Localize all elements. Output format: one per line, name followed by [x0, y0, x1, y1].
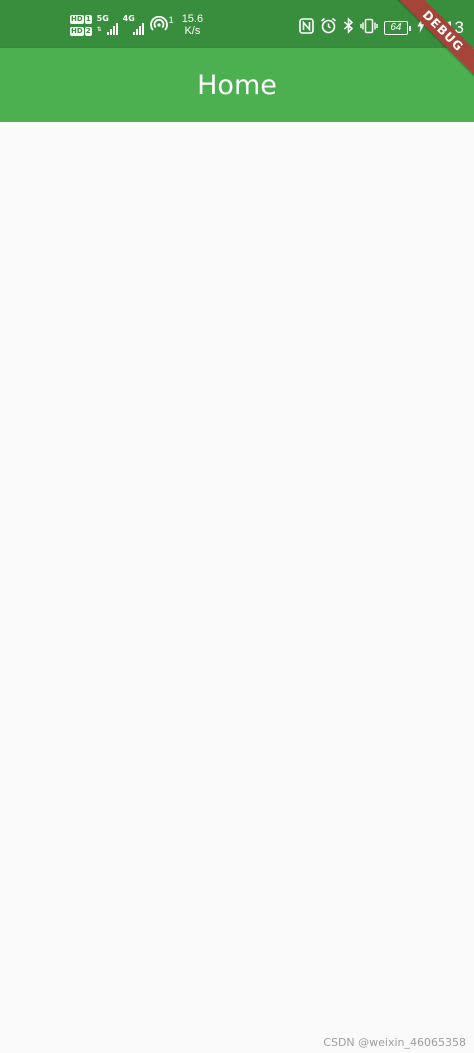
sim-indicators: HD 1 HD 2	[70, 14, 92, 36]
data-activity-icon: ⇅	[96, 27, 102, 33]
battery-icon: 64	[383, 21, 411, 35]
page-title: Home	[197, 69, 277, 101]
alarm-icon	[320, 17, 337, 39]
phone-screen: HD 1 HD 2 5G ⇅ 4G 1 15.6 K/s 64 DEBUG Ho…	[0, 0, 474, 1053]
sim1-signal: 5G ⇅	[97, 15, 118, 35]
vibrate-icon	[360, 18, 378, 39]
hotspot-icon: 1	[149, 16, 174, 34]
watermark: CSDN @weixin_46065358	[323, 1036, 466, 1049]
sim1-hd-badge: HD 1	[70, 14, 92, 24]
sim2-network-type: 4G	[122, 14, 135, 23]
sim2-signal: 4G	[123, 15, 144, 35]
page-body	[0, 122, 474, 1053]
sim1-number: 1	[84, 14, 92, 24]
status-bar: HD 1 HD 2 5G ⇅ 4G 1 15.6 K/s 64	[0, 0, 474, 48]
nfc-icon	[299, 17, 314, 39]
status-bar-left: HD 1 HD 2 5G ⇅ 4G 1 15.6 K/s	[70, 13, 203, 37]
battery-level: 64	[383, 21, 408, 35]
sim2-hd-label: HD	[70, 26, 84, 36]
network-speed: 15.6 K/s	[182, 13, 203, 37]
sim1-hd-label: HD	[70, 14, 84, 24]
network-speed-value: 15.6	[181, 13, 204, 25]
signal-bars-icon	[106, 21, 118, 35]
sim2-hd-badge: HD 2	[70, 26, 92, 36]
app-bar: Home	[0, 48, 474, 122]
bluetooth-icon	[343, 17, 354, 39]
sim1-network-type: 5G	[96, 14, 109, 23]
network-speed-unit: K/s	[184, 25, 201, 37]
signal-bars-icon	[132, 21, 144, 35]
sim2-number: 2	[84, 26, 92, 36]
